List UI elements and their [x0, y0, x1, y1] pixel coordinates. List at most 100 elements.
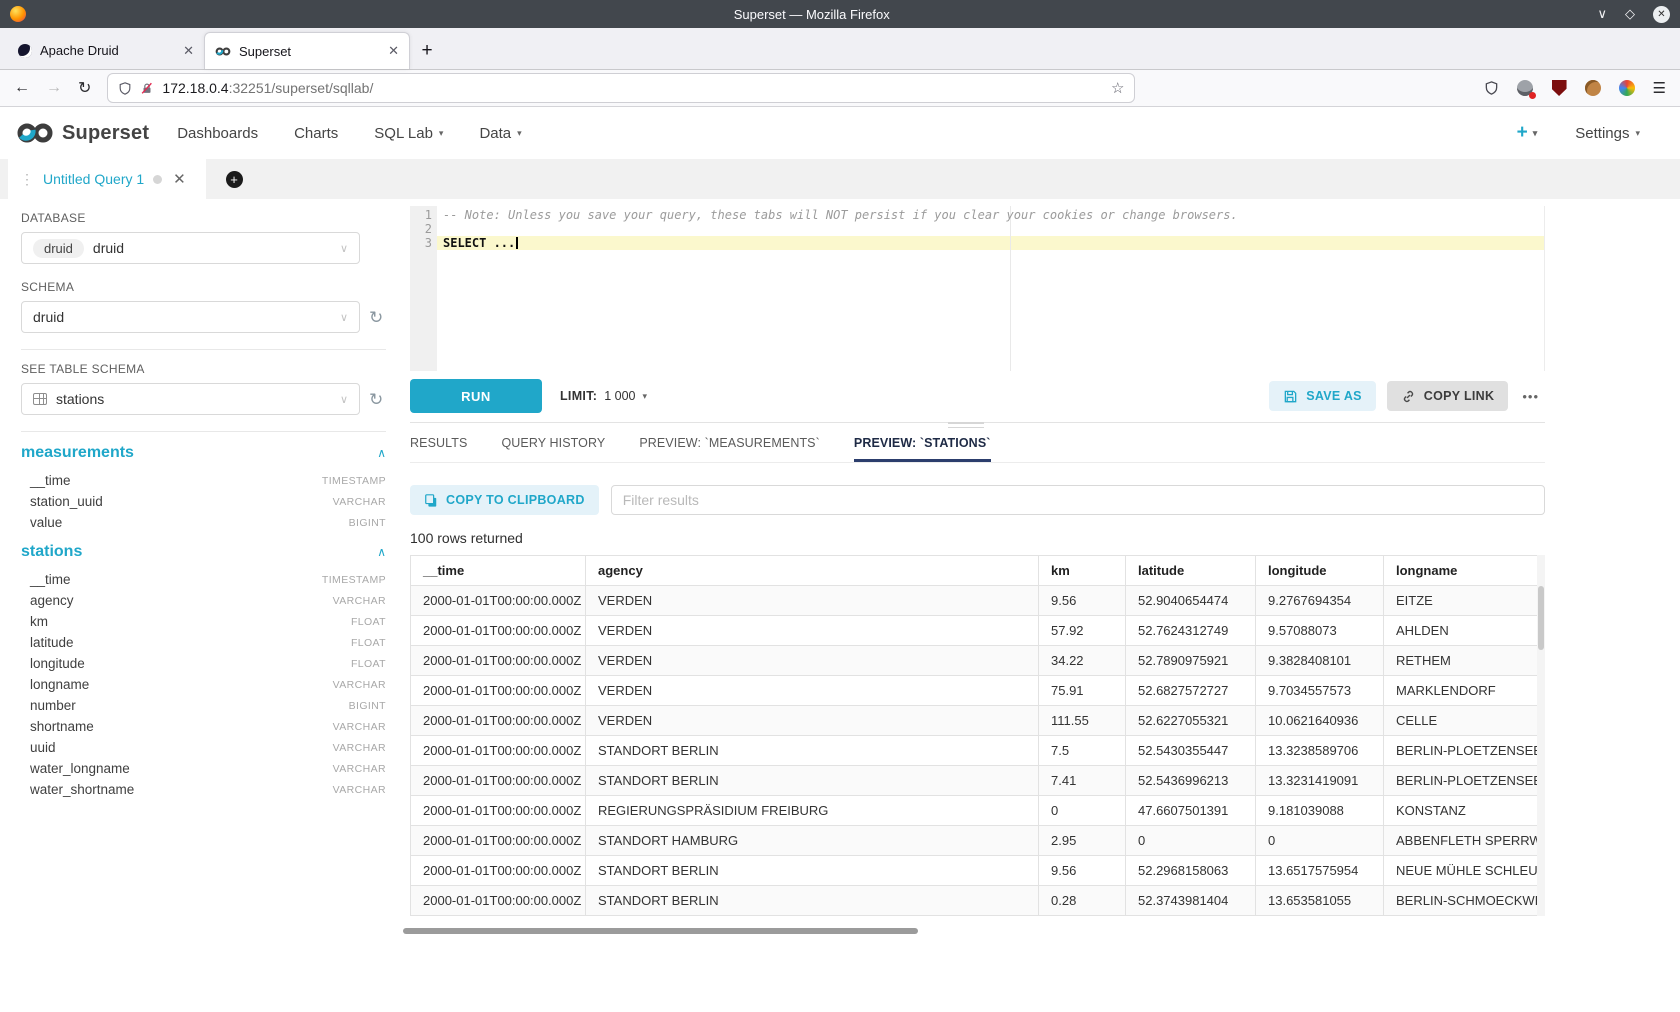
- schema-select[interactable]: druid ∨: [21, 301, 360, 333]
- table-cell: 7.5: [1039, 736, 1126, 766]
- nav-item-dashboards[interactable]: Dashboards: [177, 125, 258, 142]
- browser-tabstrip: Apache Druid ✕ Superset ✕ +: [0, 28, 1680, 70]
- column-name: longname: [30, 677, 89, 692]
- sql-editor[interactable]: 1 2 3 -- Note: Unless you save your quer…: [410, 206, 1545, 371]
- column-header[interactable]: agency: [586, 556, 1039, 586]
- pane-resize-handle[interactable]: [948, 422, 984, 431]
- table-icon: [33, 393, 47, 405]
- tab-query-history[interactable]: QUERY HISTORY: [501, 436, 605, 462]
- filter-results-input[interactable]: [611, 485, 1545, 515]
- back-icon[interactable]: ←: [14, 79, 30, 97]
- settings-menu[interactable]: Settings▾: [1575, 125, 1640, 142]
- table-cell: 2000-01-01T00:00:00.000Z: [411, 856, 586, 886]
- browser-tab-superset[interactable]: Superset ✕: [204, 32, 410, 69]
- close-tab-icon[interactable]: ✕: [183, 43, 194, 59]
- table-cell: 52.5436996213: [1126, 766, 1256, 796]
- url-text: 172.18.0.4:32251/superset/sqllab/: [162, 80, 373, 96]
- refresh-tables-icon[interactable]: ↻: [369, 391, 383, 408]
- url-bar[interactable]: 172.18.0.4:32251/superset/sqllab/ ☆: [107, 73, 1135, 103]
- tracking-shield-icon[interactable]: [118, 81, 132, 96]
- snowflake-extension-icon[interactable]: [1619, 80, 1636, 97]
- tabs-dropdown-icon[interactable]: ∨: [1597, 6, 1607, 22]
- schema-column-row: shortnameVARCHAR: [21, 716, 386, 737]
- table-cell: 52.5430355447: [1126, 736, 1256, 766]
- table-cell: 2000-01-01T00:00:00.000Z: [411, 886, 586, 916]
- copy-to-clipboard-button[interactable]: COPY TO CLIPBOARD: [410, 485, 599, 515]
- chevron-up-icon[interactable]: ∧: [377, 446, 386, 460]
- forward-icon[interactable]: →: [46, 79, 62, 97]
- column-name: water_shortname: [30, 782, 134, 797]
- column-header[interactable]: km: [1039, 556, 1126, 586]
- cookie-extension-icon[interactable]: [1585, 80, 1602, 97]
- table-cell: 111.55: [1039, 706, 1126, 736]
- column-type: VARCHAR: [333, 784, 386, 796]
- table-cell: 13.6517575954: [1256, 856, 1384, 886]
- database-select[interactable]: druid druid ∨: [21, 232, 360, 264]
- query-tab-active[interactable]: ⋮ Untitled Query 1 ✕: [8, 159, 206, 199]
- new-tab-button[interactable]: +: [410, 32, 444, 69]
- copy-icon: [424, 493, 438, 508]
- table-cell: STANDORT BERLIN: [586, 766, 1039, 796]
- table-cell: STANDORT BERLIN: [586, 886, 1039, 916]
- column-header[interactable]: latitude: [1126, 556, 1256, 586]
- table-cell: 13.653581055: [1256, 886, 1384, 916]
- table-cell: BERLIN-PLOETZENSEE UP: [1384, 736, 1538, 766]
- schema-table-header[interactable]: stations∧: [21, 543, 386, 561]
- browser-tab-apache-druid[interactable]: Apache Druid ✕: [8, 32, 204, 69]
- table-cell: 2000-01-01T00:00:00.000Z: [411, 676, 586, 706]
- container-shield-icon[interactable]: [1483, 80, 1500, 97]
- insecure-lock-icon[interactable]: [140, 81, 154, 96]
- run-button[interactable]: RUN: [410, 379, 542, 413]
- caret-down-icon: ▾: [1635, 128, 1640, 139]
- tab-results[interactable]: RESULTS: [410, 436, 467, 462]
- new-item-button[interactable]: +▾: [1517, 122, 1538, 144]
- column-type: FLOAT: [351, 616, 386, 628]
- privacy-mask-icon[interactable]: [1517, 80, 1534, 97]
- limit-dropdown[interactable]: LIMIT: 1 000 ▾: [560, 389, 647, 403]
- table-vertical-scrollbar[interactable]: [1537, 555, 1545, 916]
- editor-code-area[interactable]: -- Note: Unless you save your query, the…: [437, 206, 1544, 371]
- close-tab-icon[interactable]: ✕: [388, 43, 399, 59]
- bookmark-star-icon[interactable]: ☆: [1111, 79, 1124, 97]
- table-cell: 9.181039088: [1256, 796, 1384, 826]
- table-cell: 9.56: [1039, 586, 1126, 616]
- restore-window-icon[interactable]: ◇: [1625, 6, 1635, 22]
- window-titlebar: Superset — Mozilla Firefox ∨ ◇ ✕: [0, 0, 1680, 28]
- table-cell: 2000-01-01T00:00:00.000Z: [411, 796, 586, 826]
- table-select[interactable]: stations ∨: [21, 383, 360, 415]
- reload-icon[interactable]: ↻: [78, 78, 91, 98]
- table-value: stations: [56, 391, 104, 407]
- more-actions-icon[interactable]: •••: [1522, 389, 1539, 404]
- save-as-button[interactable]: SAVE AS: [1269, 381, 1376, 411]
- column-name: uuid: [30, 740, 56, 755]
- schema-column-row: longitudeFLOAT: [21, 653, 386, 674]
- drag-handle-icon[interactable]: ⋮: [20, 171, 34, 188]
- nav-item-charts[interactable]: Charts: [294, 125, 338, 142]
- refresh-schemas-icon[interactable]: ↻: [369, 309, 383, 326]
- tab-preview-measurements[interactable]: PREVIEW: `MEASUREMENTS`: [639, 436, 820, 462]
- table-cell: 52.7890975921: [1126, 646, 1256, 676]
- column-header[interactable]: longitude: [1256, 556, 1384, 586]
- ublock-icon[interactable]: [1551, 80, 1568, 97]
- chevron-up-icon[interactable]: ∧: [377, 545, 386, 559]
- tab-preview-stations[interactable]: PREVIEW: `STATIONS`: [854, 436, 991, 462]
- scrollbar-thumb[interactable]: [1538, 586, 1544, 650]
- close-window-icon[interactable]: ✕: [1653, 6, 1670, 23]
- table-cell: 34.22: [1039, 646, 1126, 676]
- table-horizontal-scrollbar[interactable]: [403, 928, 918, 934]
- column-header[interactable]: longname: [1384, 556, 1538, 586]
- column-header[interactable]: __time: [411, 556, 586, 586]
- table-row: 2000-01-01T00:00:00.000ZVERDEN57.9252.76…: [411, 616, 1538, 646]
- menu-icon[interactable]: ☰: [1653, 79, 1666, 97]
- add-query-tab[interactable]: +: [206, 159, 262, 199]
- nav-item-data[interactable]: Data▾: [479, 125, 521, 142]
- copy-link-button[interactable]: COPY LINK: [1387, 381, 1509, 411]
- schema-table-header[interactable]: measurements∧: [21, 444, 386, 462]
- table-cell: 0: [1256, 826, 1384, 856]
- column-name: agency: [30, 593, 74, 608]
- superset-brand[interactable]: Superset: [16, 121, 149, 145]
- results-table: __timeagencykmlatitudelongitudelongname …: [410, 555, 1538, 916]
- close-query-tab-icon[interactable]: ✕: [173, 170, 186, 188]
- nav-item-sql-lab[interactable]: SQL Lab▾: [374, 125, 443, 142]
- table-cell: NEUE MÜHLE SCHLEUSE OP: [1384, 856, 1538, 886]
